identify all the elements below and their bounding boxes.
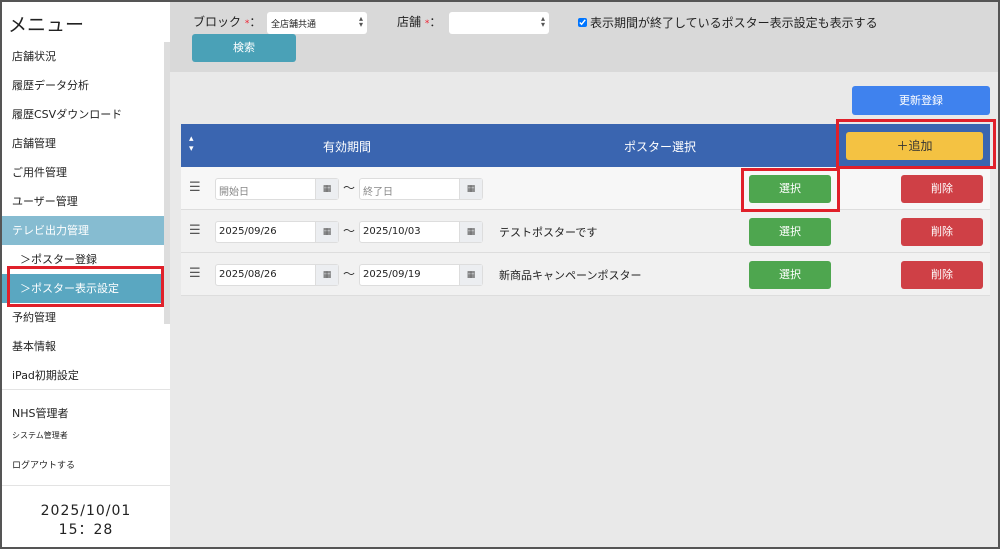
calendar-icon[interactable]: ▦ [459,179,482,199]
end-date-value: 2025/09/19 [363,269,421,280]
calendar-icon[interactable]: ▦ [315,222,338,242]
end-date-input[interactable]: 2025/10/03 ▦ [359,221,483,243]
poster-schedule-table: ▴ ▾ 有効期間 ポスター選択 ＋追加 ☰ 開始日 ▦ 〜 終了日 ▦ 選択 削除 ☰ … [181,124,990,296]
app-window: メニュー 店舗状況 履歴データ分析 履歴CSVダウンロード 店舗管理 ご用件管理… [2,2,998,547]
tilde: 〜 [343,224,356,238]
sidebar-item-basic-info[interactable]: 基本情報 [2,332,164,361]
header-period: 有効期間 [323,140,372,154]
calendar-icon[interactable]: ▦ [459,222,482,242]
sidebar-nav: 店舗状況 履歴データ分析 履歴CSVダウンロード 店舗管理 ご用件管理 ユーザー… [2,42,164,390]
block-label: ブロック [193,15,242,29]
clock: 2025/10/01 15：28 [2,502,170,540]
user-panel: NHS管理者 システム管理者 ログアウトする [2,389,170,486]
sidebar-item-store-management[interactable]: 店舗管理 [2,129,164,158]
drag-handle-icon[interactable]: ☰ [189,180,201,195]
select-poster-button[interactable]: 選択 [749,261,831,289]
calendar-icon[interactable]: ▦ [459,265,482,285]
sidebar: メニュー 店舗状況 履歴データ分析 履歴CSVダウンロード 店舗管理 ご用件管理… [2,2,170,547]
sidebar-item-reservation[interactable]: 予約管理 [2,303,164,332]
start-date-value: 2025/09/26 [219,226,277,237]
block-select[interactable]: 全店舗共通 ▴ ▾ [267,12,367,34]
start-date-input[interactable]: 2025/08/26 ▦ [215,264,339,286]
drag-handle-icon[interactable]: ☰ [189,223,201,238]
end-date-value: 2025/10/03 [363,226,421,237]
sidebar-item-poster-display[interactable]: ＞ポスター表示設定 [2,274,164,303]
colon: ： [429,15,442,29]
colon: ： [249,15,262,29]
select-poster-button[interactable]: 選択 [749,218,831,246]
sidebar-item-poster-register[interactable]: ＞ポスター登録 [2,245,164,274]
main-content: ブロック *： 全店舗共通 ▴ ▾ 店舗 *： ▴ ▾ 表示期間が終了しているポスター… [170,2,998,547]
sidebar-item-store-status[interactable]: 店舗状況 [2,42,164,71]
start-date-input[interactable]: 開始日 ▦ [215,178,339,200]
show-expired-label: 表示期間が終了しているポスター表示設定も表示する [590,16,878,30]
start-date-input[interactable]: 2025/09/26 ▦ [215,221,339,243]
sidebar-item-history-analysis[interactable]: 履歴データ分析 [2,71,164,100]
table-header: ▴ ▾ 有効期間 ポスター選択 ＋追加 [181,124,990,167]
calendar-icon[interactable]: ▦ [315,265,338,285]
select-arrows-icon: ▴ ▾ [540,14,545,29]
search-button[interactable]: 検索 [192,34,296,62]
tilde: 〜 [343,181,356,195]
poster-name: 新商品キャンペーンポスター [499,269,642,282]
filter-bar: ブロック *： 全店舗共通 ▴ ▾ 店舗 *： ▴ ▾ 表示期間が終了しているポスター… [170,2,998,72]
menu-title: メニュー [8,14,85,36]
current-time: 15：28 [58,522,114,538]
logout-link[interactable]: ログアウトする [12,458,75,471]
table-row: ☰ 開始日 ▦ 〜 終了日 ▦ 選択 削除 [181,167,990,210]
sidebar-item-ipad-setup[interactable]: iPad初期設定 [2,361,164,390]
sidebar-item-csv-download[interactable]: 履歴CSVダウンロード [2,100,164,129]
drag-handle-icon[interactable]: ☰ [189,266,201,281]
show-expired-checkbox[interactable] [578,18,587,27]
store-label: 店舗 [397,15,422,29]
company-name: NHS管理者 [12,407,69,420]
select-arrows-icon: ▴ ▾ [358,14,363,29]
block-select-value: 全店舗共通 [271,20,317,30]
header-poster: ポスター選択 [624,140,697,154]
delete-button[interactable]: 削除 [901,261,983,289]
add-button[interactable]: ＋追加 [846,132,983,160]
user-role: システム管理者 [12,431,68,440]
sidebar-item-request-management[interactable]: ご用件管理 [2,158,164,187]
sidebar-item-tv-output[interactable]: テレビ出力管理 [2,216,164,245]
store-select[interactable]: ▴ ▾ [449,12,549,34]
select-poster-button[interactable]: 選択 [749,175,831,203]
delete-button[interactable]: 削除 [901,218,983,246]
tilde: 〜 [343,267,356,281]
calendar-icon[interactable]: ▦ [315,179,338,199]
delete-button[interactable]: 削除 [901,175,983,203]
table-row: ☰ 2025/08/26 ▦ 〜 2025/09/19 ▦ 新商品キャンペーンポスタ… [181,253,990,296]
current-date: 2025/10/01 [40,503,132,519]
end-date-placeholder: 終了日 [363,187,393,198]
end-date-input[interactable]: 2025/09/19 ▦ [359,264,483,286]
update-button[interactable]: 更新登録 [852,86,990,115]
sidebar-item-user-management[interactable]: ユーザー管理 [2,187,164,216]
poster-name: テストポスターです [499,226,598,239]
start-date-value: 2025/08/26 [219,269,277,280]
sort-icon[interactable]: ▴ ▾ [189,134,194,154]
end-date-input[interactable]: 終了日 ▦ [359,178,483,200]
table-row: ☰ 2025/09/26 ▦ 〜 2025/10/03 ▦ テストポスターです 選択… [181,210,990,253]
start-date-placeholder: 開始日 [219,187,249,198]
